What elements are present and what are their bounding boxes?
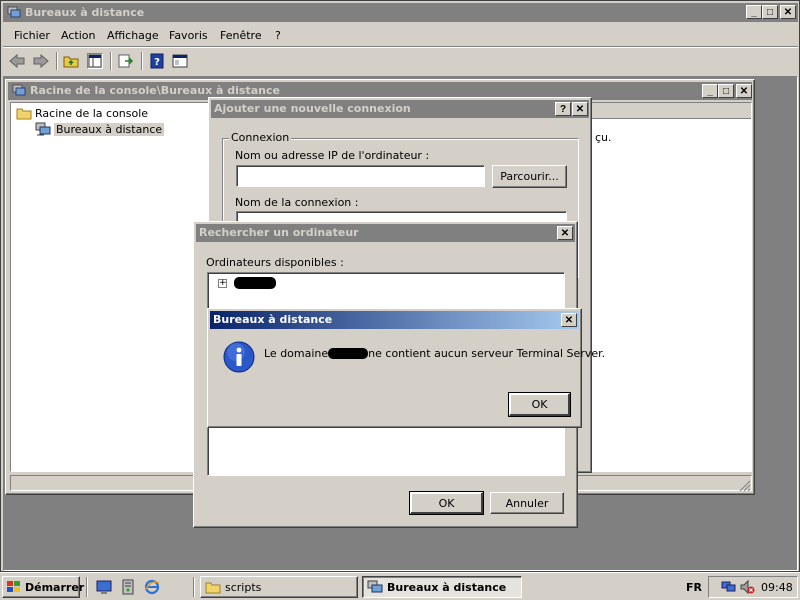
back-arrow-icon[interactable] [9, 53, 25, 69]
system-tray: 09:48 [708, 576, 798, 598]
console-minimize-button[interactable]: _ [702, 84, 718, 98]
main-title-bar[interactable]: Bureaux à distance _ □ ✕ [3, 3, 798, 22]
redacted-domain-name [328, 348, 369, 359]
connection-group-label: Connexion [229, 131, 292, 144]
result-pane-text: çu. [595, 131, 612, 144]
find-computer-cancel-button[interactable]: Annuler [490, 492, 564, 514]
find-computer-title: Rechercher un ordinateur [199, 226, 359, 239]
mmc-app-icon [7, 6, 21, 18]
message-box-title: Bureaux à distance [213, 313, 333, 326]
information-icon [223, 341, 255, 373]
remote-desktops-icon [367, 580, 383, 594]
task-button-scripts[interactable]: scripts [200, 576, 358, 598]
folder-icon [16, 106, 32, 120]
windows-flag-icon [6, 580, 22, 594]
remote-desktops-icon [35, 122, 51, 136]
menu-fenetre[interactable]: Fenêtre [220, 29, 262, 42]
menu-separator [3, 46, 798, 48]
show-hide-tree-icon[interactable] [87, 53, 103, 69]
toolbar-separator-3 [141, 52, 143, 70]
language-indicator[interactable]: FR [686, 581, 702, 594]
tree-item-root-label: Racine de la console [35, 106, 149, 120]
expand-plus-icon[interactable]: + [218, 279, 227, 288]
message-suffix: ne contient aucun serveur Terminal Serve… [368, 347, 606, 360]
console-maximize-button[interactable]: □ [718, 84, 734, 98]
message-box-ok-button[interactable]: OK [508, 392, 571, 417]
main-close-button[interactable]: ✕ [780, 5, 796, 19]
redacted-domain-node[interactable] [234, 277, 276, 289]
clock[interactable]: 09:48 [761, 581, 793, 594]
console-window-icon [12, 84, 26, 99]
menu-affichage[interactable]: Affichage [107, 29, 159, 42]
add-connection-title: Ajouter une nouvelle connexion [214, 102, 411, 115]
message-box-close-button[interactable]: ✕ [561, 313, 577, 327]
tree-pane: Racine de la console Bureaux à distance [10, 102, 214, 472]
ip-address-input[interactable] [236, 165, 485, 187]
taskbar: Démarrer scripts Bureaux à distance FR 0… [0, 572, 800, 600]
forward-arrow-icon[interactable] [33, 53, 49, 69]
svg-text:?: ? [154, 57, 160, 68]
ip-address-label: Nom ou adresse IP de l'ordinateur : [235, 149, 430, 162]
up-folder-icon[interactable] [63, 53, 79, 69]
task-label-scripts: scripts [225, 580, 262, 594]
message-box: Bureaux à distance ✕ Le domaine ne conti… [207, 308, 605, 428]
volume-muted-icon[interactable] [739, 579, 755, 598]
toolbar-separator [56, 52, 58, 70]
task-label-remote-desktops: Bureaux à distance [387, 580, 507, 594]
menu-fichier[interactable]: Fichier [14, 29, 50, 42]
tree-item-remote-desktops[interactable]: Bureaux à distance [35, 121, 165, 137]
browse-button[interactable]: Parcourir... [492, 165, 567, 188]
message-box-text: Le domaine ne contient aucun serveur Ter… [264, 347, 605, 360]
server-manager-icon[interactable] [120, 579, 136, 598]
menu-action[interactable]: Action [61, 29, 95, 42]
main-maximize-button[interactable]: □ [762, 5, 778, 19]
start-label: Démarrer [25, 580, 85, 594]
network-icon[interactable] [721, 579, 737, 598]
show-desktop-icon[interactable] [96, 579, 112, 598]
resize-grip-icon[interactable] [739, 480, 751, 495]
main-window-title: Bureaux à distance [25, 6, 145, 19]
export-list-icon[interactable] [118, 53, 134, 69]
taskbar-separator [86, 577, 88, 597]
add-connection-title-bar[interactable]: Ajouter une nouvelle connexion ? ✕ [211, 100, 589, 118]
add-connection-close-button[interactable]: ✕ [572, 102, 588, 116]
add-connection-help-button[interactable]: ? [555, 102, 571, 116]
internet-explorer-icon[interactable] [144, 579, 160, 598]
tree-item-remote-desktops-label: Bureaux à distance [54, 122, 165, 136]
available-computers-label: Ordinateurs disponibles : [206, 256, 344, 269]
connection-name-label: Nom de la connexion : [235, 196, 359, 209]
taskbar-separator-2 [193, 577, 195, 597]
console-window-title: Racine de la console\Bureaux à distance [30, 84, 280, 97]
start-button[interactable]: Démarrer [2, 576, 84, 598]
menu-help[interactable]: ? [275, 29, 281, 42]
find-computer-close-button[interactable]: ✕ [557, 226, 573, 240]
task-button-remote-desktops[interactable]: Bureaux à distance [362, 576, 522, 598]
message-box-title-bar[interactable]: Bureaux à distance ✕ [210, 311, 579, 329]
find-computer-title-bar[interactable]: Rechercher un ordinateur ✕ [196, 224, 575, 242]
toolbar-separator-2 [110, 52, 112, 70]
console-close-button[interactable]: ✕ [736, 84, 752, 98]
tree-item-root[interactable]: Racine de la console [16, 105, 148, 121]
folder-icon [205, 580, 221, 594]
message-prefix: Le domaine [264, 347, 329, 360]
help-book-icon[interactable]: ? [149, 53, 165, 69]
menu-favoris[interactable]: Favoris [169, 29, 208, 42]
properties-window-icon[interactable] [172, 53, 188, 69]
find-computer-ok-button[interactable]: OK [409, 491, 484, 515]
main-minimize-button[interactable]: _ [746, 5, 762, 19]
